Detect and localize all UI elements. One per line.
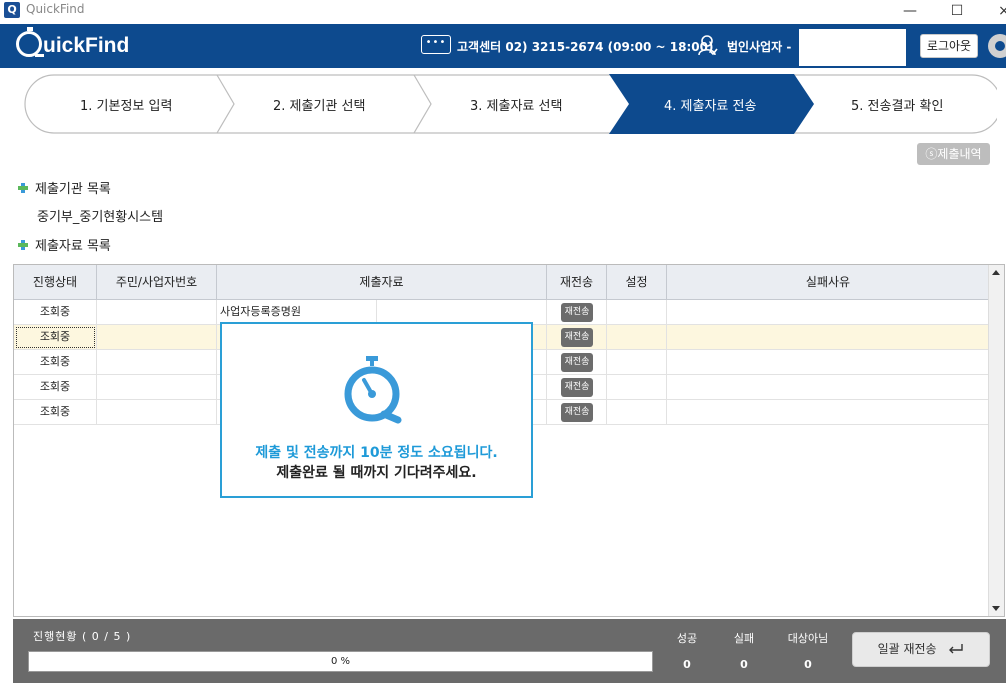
status-footer: 진행현황 ( 0 / 5 ) 0 % 성공 0 실패 0 대상아님 0 일괄 재… bbox=[13, 619, 1006, 683]
agency-name: 중기부_중기현황시스템 bbox=[37, 210, 164, 225]
col-setting[interactable]: 설정 bbox=[607, 265, 667, 300]
resend-button[interactable]: 재전송 bbox=[561, 303, 593, 322]
submission-history-button[interactable]: ⓢ제출내역 bbox=[917, 143, 990, 165]
minimize-button[interactable]: — bbox=[890, 0, 930, 24]
logout-button[interactable]: 로그아웃 bbox=[920, 34, 978, 58]
plus-icon bbox=[18, 183, 28, 193]
fail-reason-cell bbox=[667, 325, 989, 350]
fail-reason-cell bbox=[667, 400, 989, 425]
status-cell[interactable]: 조회중 bbox=[14, 350, 97, 375]
id-cell[interactable] bbox=[97, 350, 217, 375]
failure-label: 실패 bbox=[733, 632, 755, 645]
processing-dialog: 제출 및 전송까지 10분 정도 소요됩니다. 제출완료 될 때까지 기다려주세… bbox=[220, 322, 533, 498]
doc-list-title: 제출자료 목록 bbox=[18, 235, 111, 254]
quickfind-logo[interactable]: uickFind bbox=[16, 27, 130, 61]
app-window: Q QuickFind — ☐ × uickFind ••• 고객센터 02) … bbox=[0, 0, 1006, 683]
resend-cell: 재전송 bbox=[547, 400, 607, 425]
maximize-button[interactable]: ☐ bbox=[937, 0, 977, 24]
stopwatch-icon bbox=[344, 356, 402, 424]
id-cell[interactable] bbox=[97, 300, 217, 325]
resend-button[interactable]: 재전송 bbox=[561, 353, 593, 372]
step-2: 2. 제출기관 선택 bbox=[273, 99, 366, 114]
resend-cell: 재전송 bbox=[547, 300, 607, 325]
resend-cell: 재전송 bbox=[547, 375, 607, 400]
logo-q-icon bbox=[16, 27, 44, 57]
progress-status-text: 진행현황 ( 0 / 5 ) bbox=[33, 630, 132, 643]
col-resend[interactable]: 재전송 bbox=[547, 265, 607, 300]
step-4-active: 4. 제출자료 전송 bbox=[664, 99, 757, 114]
bulk-resend-button[interactable]: 일괄 재전송 bbox=[852, 632, 990, 667]
table-header: 진행상태 주민/사업자번호 제출자료 재전송 설정 실패사유 bbox=[14, 265, 989, 300]
col-status[interactable]: 진행상태 bbox=[14, 265, 97, 300]
please-wait-message: 제출완료 될 때까지 기다려주세요. bbox=[276, 465, 477, 481]
user-type-label: 법인사업자 - bbox=[727, 40, 792, 54]
window-title: QuickFind bbox=[26, 2, 85, 16]
id-cell[interactable] bbox=[97, 400, 217, 425]
progress-percent-label: 0 % bbox=[330, 656, 351, 667]
failure-count: 0 bbox=[740, 658, 748, 671]
setting-cell[interactable] bbox=[607, 325, 667, 350]
success-count: 0 bbox=[683, 658, 691, 671]
agency-list-label: 제출기관 목록 bbox=[35, 182, 111, 197]
step-1: 1. 기본정보 입력 bbox=[80, 99, 173, 114]
id-cell[interactable] bbox=[97, 375, 217, 400]
plus-icon bbox=[18, 240, 28, 250]
setting-cell[interactable] bbox=[607, 375, 667, 400]
title-bar: Q QuickFind — ☐ × bbox=[0, 0, 1006, 24]
not-applicable-count: 0 bbox=[804, 658, 812, 671]
fail-reason-cell bbox=[667, 375, 989, 400]
setting-cell[interactable] bbox=[607, 350, 667, 375]
scroll-down-icon[interactable] bbox=[992, 606, 1000, 611]
not-applicable-label: 대상아님 bbox=[787, 632, 829, 645]
status-cell[interactable]: 조회중 bbox=[14, 300, 97, 325]
gear-icon[interactable] bbox=[988, 34, 1006, 58]
step-progress: 1. 기본정보 입력 2. 제출기관 선택 3. 제출자료 선택 4. 제출자료… bbox=[24, 74, 997, 134]
resend-cell: 재전송 bbox=[547, 350, 607, 375]
user-name-field bbox=[799, 29, 906, 66]
status-cell[interactable]: 조회중 bbox=[14, 375, 97, 400]
id-cell[interactable] bbox=[97, 325, 217, 350]
setting-cell[interactable] bbox=[607, 400, 667, 425]
app-header: uickFind ••• 고객센터 02) 3215-2674 (09:00 ~… bbox=[0, 24, 1006, 68]
user-icon bbox=[698, 35, 718, 56]
setting-cell[interactable] bbox=[607, 300, 667, 325]
vertical-scrollbar[interactable] bbox=[988, 265, 1004, 616]
return-arrow-icon bbox=[949, 644, 964, 654]
col-fail-reason[interactable]: 실패사유 bbox=[667, 265, 989, 300]
doc-list-label: 제출자료 목록 bbox=[35, 239, 111, 254]
support-center-text: 고객센터 02) 3215-2674 (09:00 ~ 18:00) bbox=[457, 40, 714, 54]
col-document[interactable]: 제출자료 bbox=[217, 265, 547, 300]
status-cell[interactable]: 조회중 bbox=[14, 325, 97, 350]
resend-button[interactable]: 재전송 bbox=[561, 328, 593, 347]
status-cell[interactable]: 조회중 bbox=[14, 400, 97, 425]
resend-button[interactable]: 재전송 bbox=[561, 403, 593, 422]
app-logo-icon: Q bbox=[4, 2, 20, 18]
progress-bar: 0 % bbox=[28, 651, 653, 672]
chat-icon[interactable]: ••• bbox=[421, 35, 451, 54]
col-id-number[interactable]: 주민/사업자번호 bbox=[97, 265, 217, 300]
close-button[interactable]: × bbox=[984, 0, 1006, 24]
success-label: 성공 bbox=[676, 632, 698, 645]
wait-time-message: 제출 및 전송까지 10분 정도 소요됩니다. bbox=[255, 445, 498, 461]
agency-list-title: 제출기관 목록 bbox=[18, 178, 111, 197]
scroll-up-icon[interactable] bbox=[992, 270, 1000, 275]
fail-reason-cell bbox=[667, 300, 989, 325]
bulk-resend-label: 일괄 재전송 bbox=[877, 642, 937, 656]
logo-text: uickFind bbox=[43, 34, 130, 57]
step-5: 5. 전송결과 확인 bbox=[851, 99, 944, 114]
resend-cell: 재전송 bbox=[547, 325, 607, 350]
fail-reason-cell bbox=[667, 350, 989, 375]
resend-button[interactable]: 재전송 bbox=[561, 378, 593, 397]
step-3: 3. 제출자료 선택 bbox=[470, 99, 563, 114]
